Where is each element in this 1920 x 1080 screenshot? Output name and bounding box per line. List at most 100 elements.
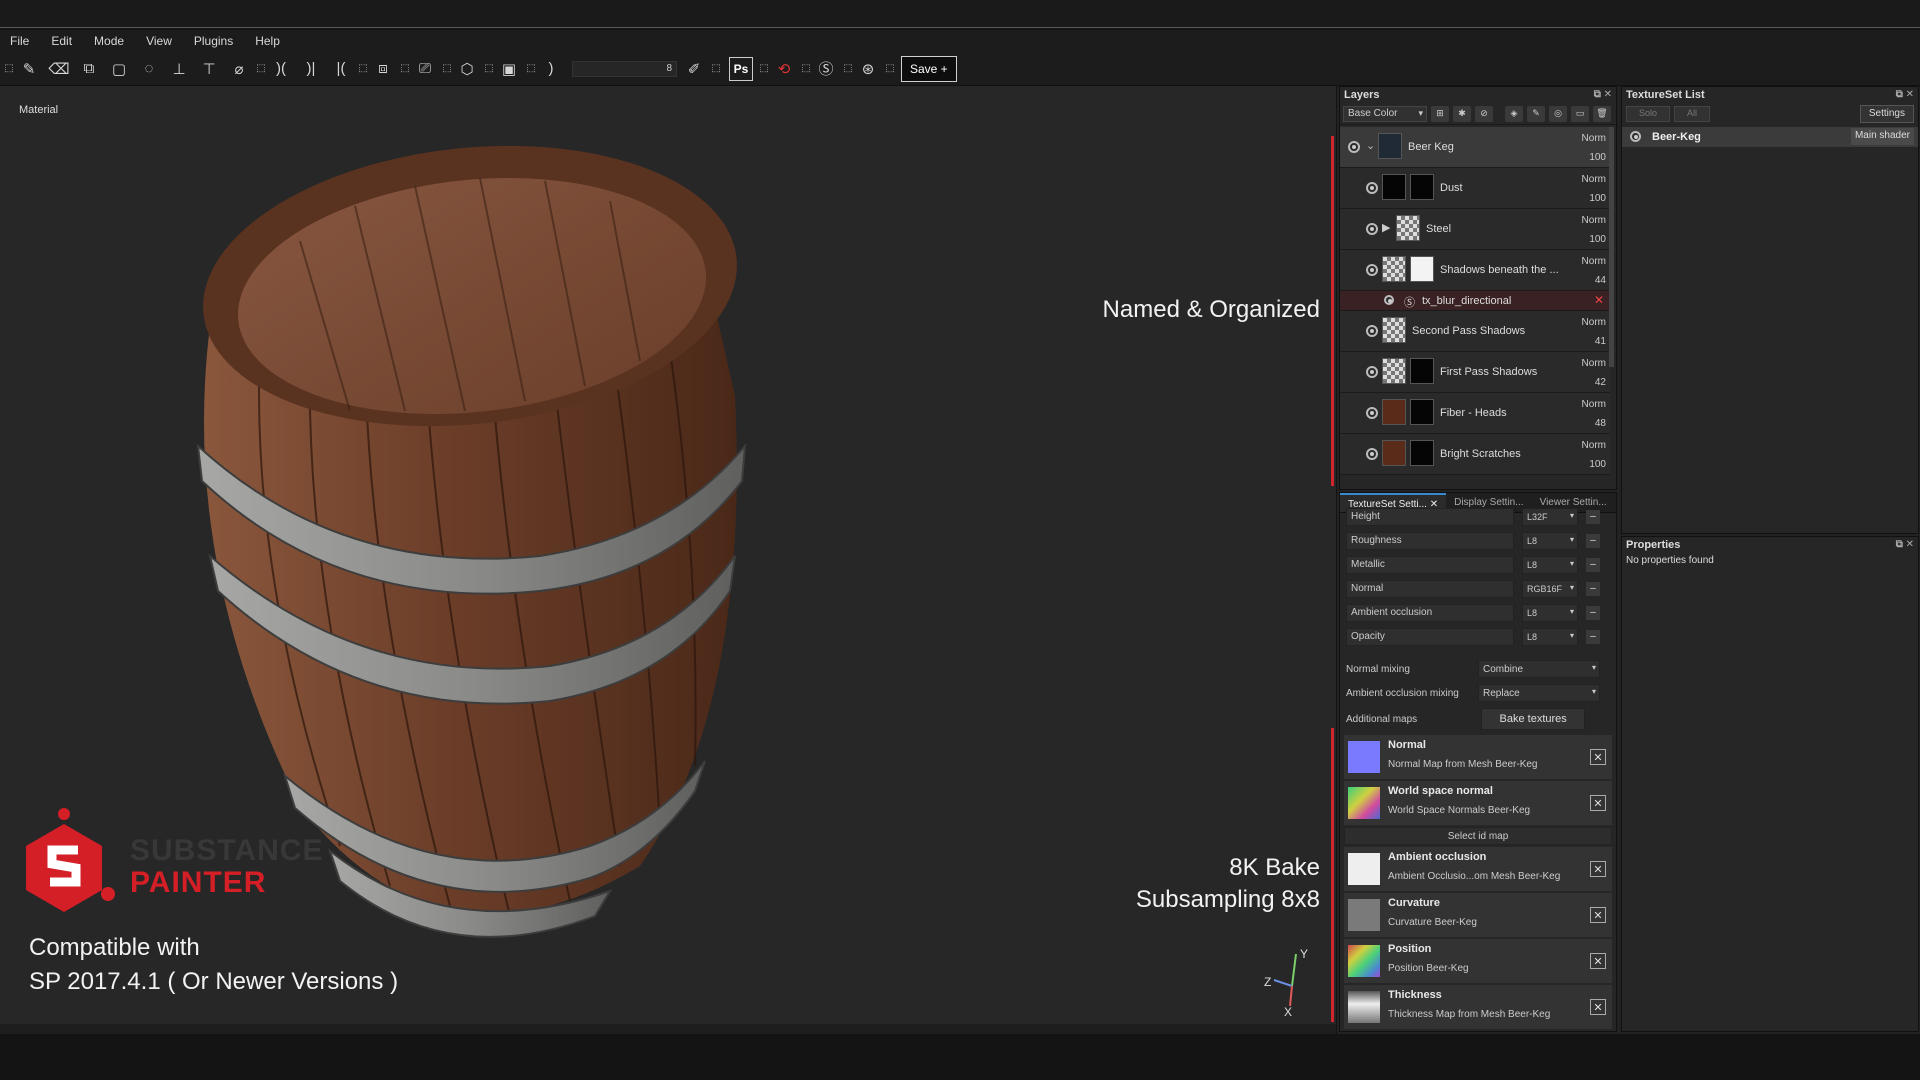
lazy-mouse-icon[interactable]: ): [538, 56, 564, 82]
visibility-eye-icon[interactable]: [1348, 141, 1360, 153]
textureset-item[interactable]: Beer-Keg Main shader: [1622, 127, 1918, 147]
clear-map-icon[interactable]: ✕: [1590, 999, 1606, 1015]
visibility-eye-icon[interactable]: [1366, 325, 1378, 337]
menu-mode[interactable]: Mode: [94, 34, 124, 48]
3d-viewport[interactable]: Material Named & Organized 8K Bake Subsa…: [0, 86, 1336, 1024]
add-mask-icon[interactable]: ⊞: [1431, 105, 1449, 122]
visibility-eye-icon[interactable]: [1630, 131, 1641, 142]
menu-help[interactable]: Help: [255, 34, 280, 48]
all-button[interactable]: All: [1674, 106, 1711, 122]
layer-blend-mode[interactable]: Norm: [1582, 174, 1606, 185]
visibility-eye-icon[interactable]: [1366, 182, 1378, 194]
map-slot-thickness[interactable]: Thickness Thickness Map from Mesh Beer-K…: [1344, 985, 1612, 1029]
layer-opacity[interactable]: 100: [1589, 459, 1606, 470]
expand-icon[interactable]: ⬚: [526, 56, 536, 82]
channel-dropdown[interactable]: Base Color: [1343, 105, 1427, 122]
clear-map-icon[interactable]: ✕: [1590, 861, 1606, 877]
eraser-icon[interactable]: ⌫: [46, 56, 72, 82]
camera-cube-icon[interactable]: ⧈: [370, 56, 396, 82]
symmetry-icon[interactable]: )(: [268, 56, 294, 82]
polygon-fill-icon[interactable]: ▢: [106, 56, 132, 82]
clear-map-icon[interactable]: ✕: [1590, 953, 1606, 969]
expand-icon[interactable]: ⬚: [711, 56, 721, 82]
expand-icon[interactable]: ⬚: [885, 56, 895, 82]
folder-collapsed-icon[interactable]: ▶: [1382, 221, 1390, 234]
layer-filter-row[interactable]: Ⓢ tx_blur_directional ✕: [1340, 291, 1610, 311]
layer-blend-mode[interactable]: Norm: [1582, 256, 1606, 267]
ao-mixing-dropdown[interactable]: Replace: [1478, 684, 1600, 702]
layer-blend-mode[interactable]: Norm: [1582, 215, 1606, 226]
layer-opacity[interactable]: 100: [1589, 234, 1606, 245]
clear-map-icon[interactable]: ✕: [1590, 749, 1606, 765]
menu-view[interactable]: View: [146, 34, 172, 48]
layer-opacity[interactable]: 48: [1595, 418, 1606, 429]
layer-opacity[interactable]: 100: [1589, 193, 1606, 204]
add-folder-icon[interactable]: ▭: [1571, 105, 1589, 122]
paint-brush-icon[interactable]: ✎: [16, 56, 42, 82]
smudge-icon[interactable]: ◌: [136, 56, 162, 82]
expand-icon[interactable]: ⬚: [358, 56, 368, 82]
delete-layer-icon[interactable]: 🗑: [1593, 105, 1611, 122]
layer-row[interactable]: Second Pass Shadows Norm 41: [1340, 311, 1610, 352]
layer-opacity[interactable]: 41: [1595, 336, 1606, 347]
layer-blend-mode[interactable]: Norm: [1582, 399, 1606, 410]
cube-icon[interactable]: ⬡: [454, 56, 480, 82]
clear-map-icon[interactable]: ✕: [1590, 907, 1606, 923]
visibility-eye-icon[interactable]: [1384, 295, 1394, 305]
shader-dropdown[interactable]: Main shader: [1850, 128, 1914, 145]
layer-blend-mode[interactable]: Norm: [1582, 317, 1606, 328]
layer-row[interactable]: ⌄ Beer Keg Norm 100: [1340, 127, 1610, 168]
color-picker-icon[interactable]: ⌀: [226, 56, 252, 82]
substance-source-icon[interactable]: ⊛: [855, 56, 881, 82]
visibility-eye-icon[interactable]: [1366, 448, 1378, 460]
add-filter-icon[interactable]: ⊘: [1475, 105, 1493, 122]
remove-channel-icon[interactable]: −: [1586, 558, 1600, 572]
map-slot-ambient-occlusion[interactable]: Ambient occlusion Ambient Occlusio...om …: [1344, 847, 1612, 891]
layer-blend-mode[interactable]: Norm: [1582, 133, 1606, 144]
pen-pressure-icon[interactable]: ✐: [681, 56, 707, 82]
add-fill-layer-icon[interactable]: ◈: [1505, 105, 1523, 122]
layer-row[interactable]: Dust Norm 100: [1340, 168, 1610, 209]
expand-icon[interactable]: ⬚: [400, 56, 410, 82]
remove-channel-icon[interactable]: −: [1586, 606, 1600, 620]
textureset-settings-button[interactable]: Settings: [1859, 105, 1914, 123]
map-slot-curvature[interactable]: Curvature Curvature Beer-Keg ✕: [1344, 893, 1612, 937]
map-slot-world-space-normal[interactable]: World space normal World Space Normals B…: [1344, 781, 1612, 825]
menu-plugins[interactable]: Plugins: [194, 34, 233, 48]
brush-size-slider[interactable]: 8: [572, 60, 677, 77]
expand-icon[interactable]: ⬚: [843, 56, 853, 82]
remove-channel-icon[interactable]: −: [1586, 510, 1600, 524]
channel-format-dropdown[interactable]: L8: [1522, 604, 1578, 622]
save-plus-button[interactable]: Save +: [901, 55, 957, 82]
layer-row[interactable]: ▶ Steel Norm 100: [1340, 209, 1610, 250]
layer-opacity[interactable]: 42: [1595, 377, 1606, 388]
layer-row[interactable]: Fiber - Heads Norm 48: [1340, 393, 1610, 434]
expand-icon[interactable]: ⬚: [4, 56, 14, 82]
expand-icon[interactable]: ⬚: [256, 56, 266, 82]
channel-format-dropdown[interactable]: L8: [1522, 628, 1578, 646]
add-smart-material-icon[interactable]: ◎: [1549, 105, 1567, 122]
remove-channel-icon[interactable]: −: [1586, 534, 1600, 548]
panel-float-close-icon[interactable]: ⧉ ✕: [1594, 89, 1612, 100]
camera-icon[interactable]: ⎚: [412, 56, 438, 82]
menu-file[interactable]: File: [10, 34, 29, 48]
remove-channel-icon[interactable]: −: [1586, 582, 1600, 596]
expand-icon[interactable]: ⬚: [759, 56, 769, 82]
expand-icon[interactable]: ⬚: [484, 56, 494, 82]
screenshot-icon[interactable]: ▣: [496, 56, 522, 82]
photoshop-export-button[interactable]: Ps: [729, 56, 753, 81]
add-paint-layer-icon[interactable]: ✎: [1527, 105, 1545, 122]
remove-filter-icon[interactable]: ✕: [1594, 293, 1604, 307]
visibility-eye-icon[interactable]: [1366, 366, 1378, 378]
layers-scrollbar[interactable]: [1609, 127, 1614, 367]
layer-row[interactable]: Shadows beneath the ... Norm 44: [1340, 250, 1610, 291]
map-slot-position[interactable]: Position Position Beer-Keg ✕: [1344, 939, 1612, 983]
projection-icon[interactable]: ⧉: [76, 56, 102, 82]
visibility-eye-icon[interactable]: [1366, 223, 1378, 235]
normal-mixing-dropdown[interactable]: Combine: [1478, 660, 1600, 678]
channel-format-dropdown[interactable]: L32F: [1522, 508, 1578, 526]
channel-format-dropdown[interactable]: L8: [1522, 532, 1578, 550]
folder-icon[interactable]: ⌄: [1366, 139, 1375, 152]
visibility-eye-icon[interactable]: [1366, 264, 1378, 276]
panel-float-close-icon[interactable]: ⧉ ✕: [1896, 539, 1914, 550]
